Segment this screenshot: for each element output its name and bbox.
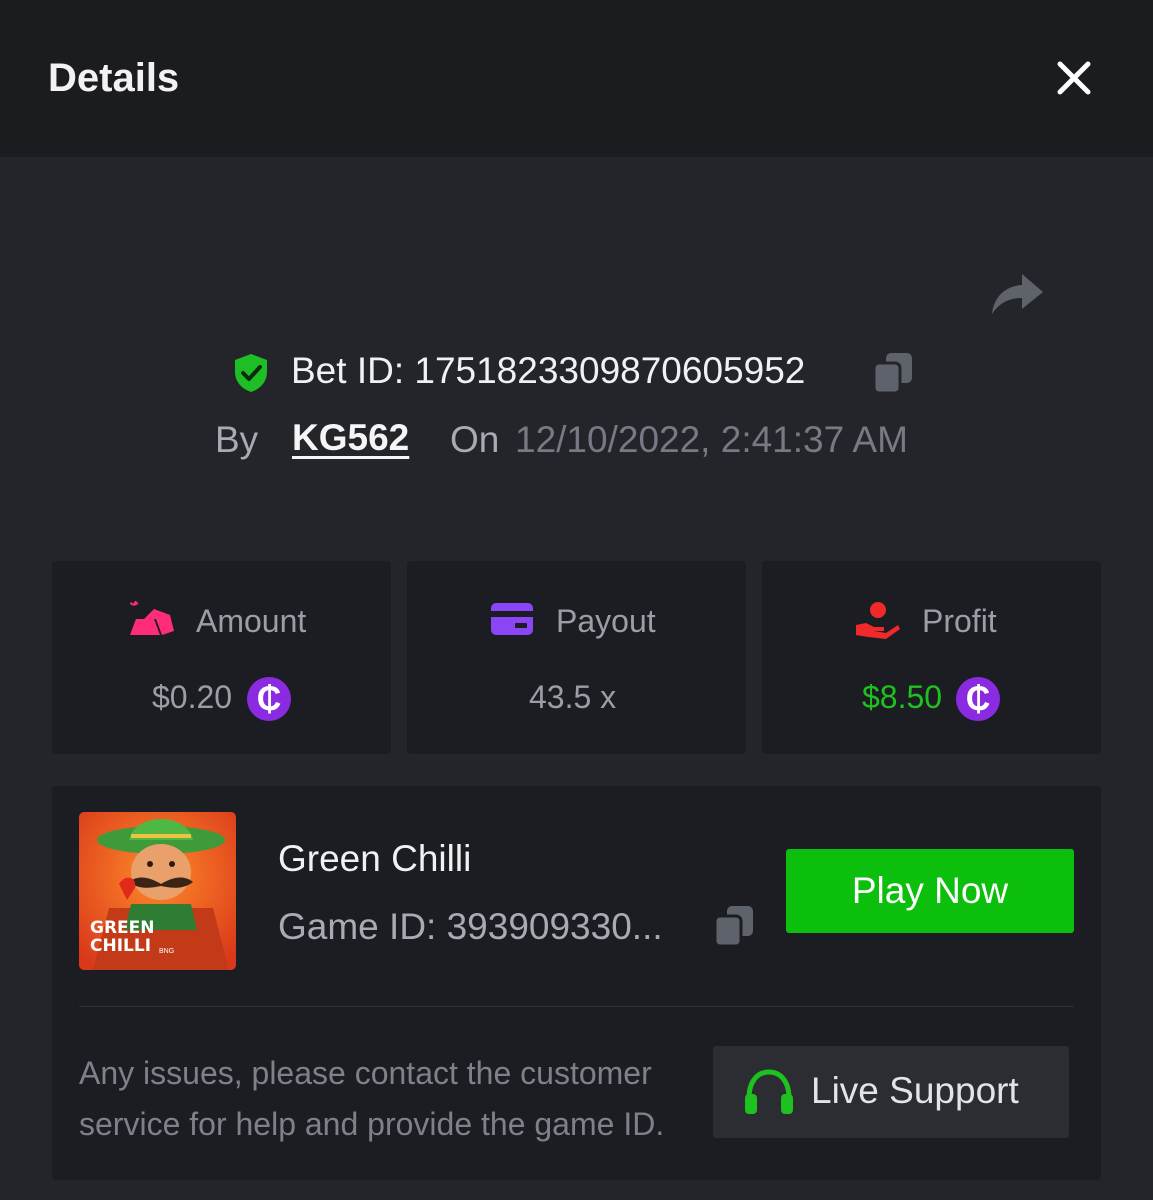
profit-label: Profit <box>922 603 997 639</box>
game-id: Game ID: 393909330... <box>278 906 663 947</box>
game-name: Green Chilli <box>278 838 472 879</box>
thumb-brand: BNG <box>159 948 175 955</box>
share-icon[interactable] <box>988 268 1046 318</box>
play-now-button[interactable]: Play Now <box>786 849 1074 933</box>
copy-icon[interactable] <box>713 904 755 948</box>
amount-card: Amount $0.20 ₵ <box>52 561 391 754</box>
username-link[interactable]: KG562 <box>292 417 409 459</box>
live-support-label: Live Support <box>811 1070 1019 1111</box>
profit-value: $8.50 <box>862 679 943 715</box>
shield-check-icon <box>235 354 267 392</box>
header-bar: Details <box>0 0 1153 157</box>
live-support-button[interactable]: Live Support <box>713 1046 1069 1138</box>
copy-icon[interactable] <box>872 351 914 395</box>
support-note: Any issues, please contact the customer … <box>79 1055 665 1142</box>
gold-bars-icon <box>130 601 174 635</box>
close-icon[interactable] <box>1052 56 1096 100</box>
on-label: On <box>450 419 500 460</box>
divider <box>79 1006 1074 1007</box>
page-title: Details <box>48 56 180 100</box>
game-card: GREEN CHILLI BNG Green Chilli Game ID: 3… <box>52 786 1101 1180</box>
game-thumbnail[interactable]: GREEN CHILLI BNG <box>79 812 236 970</box>
thumb-title-line1: GREEN <box>90 918 155 938</box>
payout-value: 43.5 x <box>529 679 617 715</box>
bet-meta-row: By KG562 On 12/10/2022, 2:41:37 AM <box>0 415 1153 467</box>
profit-card: Profit $8.50 ₵ <box>762 561 1101 754</box>
payout-label: Payout <box>556 603 656 639</box>
payout-card: Payout 43.5 x <box>407 561 746 754</box>
bet-date: 12/10/2022, 2:41:37 AM <box>515 419 908 460</box>
by-label: By <box>215 419 259 460</box>
card-icon <box>491 603 533 635</box>
hand-coin-icon <box>856 602 900 639</box>
headphones-icon <box>745 1069 793 1114</box>
coin-icon: ₵ <box>956 677 1000 721</box>
bet-id-row: Bet ID: 1751823309870605952 <box>0 346 1153 398</box>
bet-id: Bet ID: 1751823309870605952 <box>291 350 806 391</box>
thumb-title-line2: CHILLI <box>90 936 152 956</box>
amount-label: Amount <box>196 603 307 639</box>
coin-icon: ₵ <box>247 677 291 721</box>
amount-value: $0.20 <box>152 679 233 715</box>
